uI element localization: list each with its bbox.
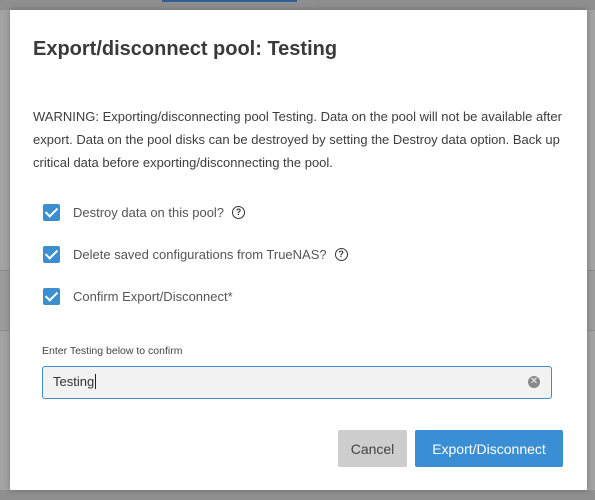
background-header <box>0 0 595 10</box>
confirm-export-checkbox[interactable] <box>43 287 60 305</box>
background-footer <box>0 490 595 500</box>
text-cursor <box>95 374 97 389</box>
confirm-export-label: Confirm Export/Disconnect* <box>73 288 233 304</box>
confirm-pool-name-input[interactable]: Testing ✕ <box>42 366 552 399</box>
cancel-button[interactable]: Cancel <box>338 430 407 467</box>
destroy-data-option[interactable]: Destroy data on this pool? ? <box>43 202 246 222</box>
help-circle-icon[interactable]: ? <box>334 247 348 261</box>
delete-config-option[interactable]: Delete saved configurations from TrueNAS… <box>43 244 348 264</box>
clear-circle-icon[interactable]: ✕ <box>528 376 540 388</box>
destroy-data-label: Destroy data on this pool? <box>73 204 225 220</box>
delete-config-label: Delete saved configurations from TrueNAS… <box>73 246 327 262</box>
confirm-input-value: Testing <box>53 374 95 389</box>
delete-config-checkbox[interactable] <box>43 245 60 263</box>
warning-message: WARNING: Exporting/disconnecting pool Te… <box>33 109 562 170</box>
confirm-export-option[interactable]: Confirm Export/Disconnect* <box>43 286 233 306</box>
destroy-data-checkbox[interactable] <box>43 203 60 221</box>
export-disconnect-button[interactable]: Export/Disconnect <box>415 430 563 467</box>
confirm-field-label: Enter Testing below to confirm <box>42 345 183 357</box>
background-link-underline <box>162 0 297 2</box>
export-disconnect-dialog: Export/disconnect pool: Testing WARNING:… <box>10 10 587 490</box>
dialog-title: Export/disconnect pool: Testing <box>33 38 338 60</box>
help-circle-icon[interactable]: ? <box>232 205 246 219</box>
